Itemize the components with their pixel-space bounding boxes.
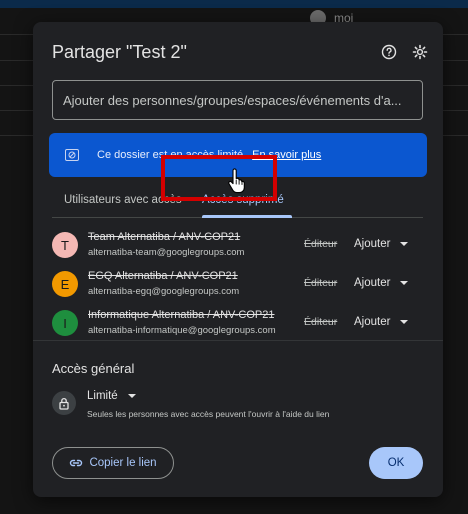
old-role: Éditeur (304, 316, 338, 328)
user-email: alternatiba-egq@googlegroups.com (88, 286, 240, 297)
add-role-label: Ajouter (354, 316, 391, 328)
ok-button[interactable]: OK (369, 447, 423, 479)
avatar: T (52, 232, 78, 258)
general-access-description: Seules les personnes avec accès peuvent … (87, 409, 330, 419)
add-role-dropdown[interactable]: Ajouter (354, 316, 409, 328)
chevron-down-icon (400, 320, 409, 324)
add-role-label: Ajouter (354, 238, 391, 250)
old-role: Éditeur (304, 277, 338, 289)
chevron-down-icon (400, 281, 409, 285)
list-item: T Team Alternatiba / ANV-COP21 alternati… (52, 228, 423, 264)
user-email: alternatiba-team@googlegroups.com (88, 247, 245, 258)
list-item: E EGQ Alternatiba / ANV-COP21 alternatib… (52, 267, 423, 303)
general-access-level: Limité (87, 390, 118, 402)
user-name: Team Alternatiba / ANV-COP21 (88, 231, 241, 243)
hand-pointer-icon (228, 168, 245, 194)
general-access-dropdown[interactable]: Limité (87, 390, 136, 402)
share-dialog: Partager "Test 2" Ce dossier est en accè… (33, 22, 443, 497)
background-topbar (0, 0, 468, 8)
active-tab-indicator (202, 215, 292, 218)
add-role-label: Ajouter (354, 277, 391, 289)
add-role-dropdown[interactable]: Ajouter (354, 238, 409, 250)
copy-link-label: Copier le lien (89, 457, 157, 469)
highlight-annotation (161, 155, 277, 201)
general-access-title: Accès général (52, 361, 135, 376)
copy-link-button[interactable]: Copier le lien (52, 447, 174, 479)
user-email: alternatiba-informatique@googlegroups.co… (88, 325, 276, 336)
chevron-down-icon (400, 242, 409, 246)
restricted-icon (65, 149, 79, 161)
lock-icon (52, 391, 76, 415)
section-divider (33, 340, 443, 341)
avatar: E (52, 271, 78, 297)
link-icon (70, 459, 83, 467)
old-role: Éditeur (304, 238, 338, 250)
user-name: Informatique Alternatiba / ANV-COP21 (88, 309, 275, 321)
help-icon[interactable] (379, 42, 399, 62)
add-people-input[interactable] (52, 80, 423, 120)
avatar: I (52, 310, 78, 336)
user-name: EGQ Alternatiba / ANV-COP21 (88, 270, 238, 282)
add-role-dropdown[interactable]: Ajouter (354, 277, 409, 289)
list-item: I Informatique Alternatiba / ANV-COP21 a… (52, 306, 423, 342)
dialog-title: Partager "Test 2" (52, 42, 187, 62)
gear-icon[interactable] (410, 42, 430, 62)
chevron-down-icon (127, 394, 136, 398)
